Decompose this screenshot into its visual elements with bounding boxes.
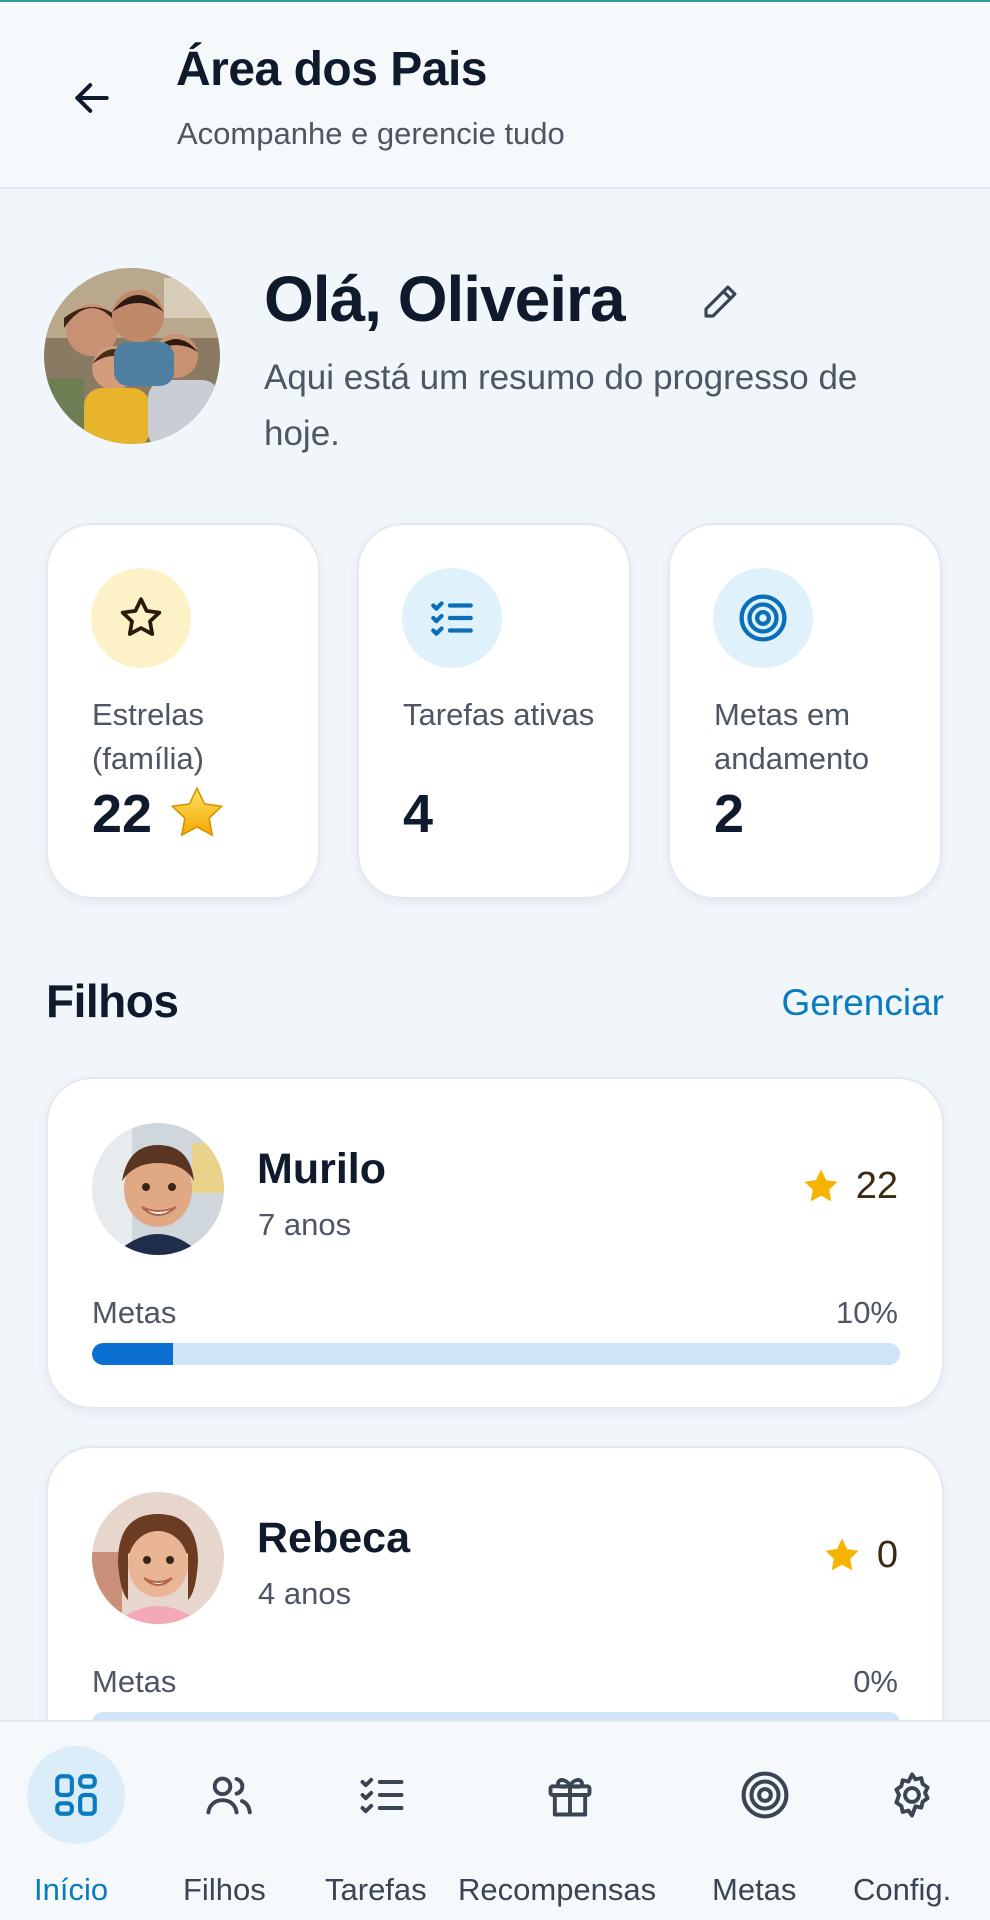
progress-bar — [92, 1343, 900, 1365]
greeting-title: Olá, Oliveira — [264, 263, 626, 335]
target-icon — [716, 1746, 814, 1844]
page-subtitle: Acompanhe e gerencie tudo — [177, 116, 565, 151]
nav-label: Config. — [853, 1872, 952, 1907]
stat-label: Metas em andamento — [714, 697, 870, 776]
nav-item-tarefas[interactable]: Tarefas — [325, 1722, 440, 1920]
nav-label: Filhos — [183, 1872, 266, 1907]
progress-percent: 0% — [853, 1664, 898, 1699]
stat-value: 22 — [92, 783, 228, 845]
stat-label: Tarefas ativas — [403, 697, 595, 732]
arrow-left-icon — [75, 83, 109, 113]
child-stars: 22 — [800, 1165, 898, 1208]
star-filled-icon — [804, 1169, 838, 1201]
child-stars-count: 0 — [876, 1534, 898, 1576]
gift-icon — [521, 1746, 619, 1844]
stat-card-goals: Metas em andamento 2 — [668, 523, 942, 899]
stat-label: Estrelas (família) — [92, 697, 204, 776]
family-avatar — [44, 268, 220, 444]
checklist-icon — [333, 1746, 431, 1844]
nav-label: Recompensas — [458, 1872, 657, 1907]
progress-fill — [92, 1343, 173, 1365]
greeting-subtitle: Aqui está um resumo do progresso de hoje… — [264, 358, 858, 453]
page-title: Área dos Pais — [176, 43, 487, 96]
progress-label: Metas — [92, 1664, 177, 1699]
star-filled-icon — [825, 1538, 859, 1570]
nav-item-config[interactable]: Config. — [853, 1722, 973, 1920]
grid-icon — [27, 1746, 125, 1844]
child-age: 7 anos — [258, 1207, 352, 1242]
stat-value-number: 2 — [714, 784, 745, 844]
users-icon — [180, 1746, 278, 1844]
back-button[interactable] — [62, 68, 122, 128]
child-age: 4 anos — [258, 1576, 352, 1611]
progress-label: Metas — [92, 1295, 177, 1330]
nav-item-metas[interactable]: Metas — [711, 1722, 821, 1920]
nav-item-filhos[interactable]: Filhos — [180, 1722, 280, 1920]
child-card-murilo[interactable]: Murilo 7 anos 22 Metas 10% — [46, 1077, 944, 1409]
child-name: Rebeca — [257, 1514, 410, 1562]
nav-item-recompensas[interactable]: Recompensas — [458, 1722, 683, 1920]
nav-label: Início — [34, 1872, 109, 1907]
pencil-icon — [704, 285, 737, 318]
stat-value-number: 22 — [92, 784, 153, 844]
target-icon — [713, 568, 813, 668]
section-title-children: Filhos — [46, 975, 179, 1027]
child-stars-count: 22 — [855, 1165, 898, 1207]
child-avatar — [92, 1492, 224, 1624]
stat-card-stars: Estrelas (família) 22 — [46, 523, 320, 899]
stat-card-tasks: Tarefas ativas 4 — [357, 523, 631, 899]
app-header: Área dos Pais Acompanhe e gerencie tudo — [0, 2, 990, 189]
nav-label: Metas — [712, 1872, 797, 1907]
star-outline-icon — [91, 568, 191, 668]
nav-label: Tarefas — [325, 1872, 427, 1907]
child-name: Murilo — [257, 1145, 386, 1193]
nav-item-inicio[interactable]: Início — [26, 1722, 126, 1920]
edit-name-button[interactable] — [690, 272, 750, 332]
stat-value: 4 — [403, 783, 433, 845]
star-filled-icon — [170, 786, 224, 837]
stat-value: 2 — [714, 783, 744, 845]
child-avatar — [92, 1123, 224, 1255]
progress-percent: 10% — [835, 1295, 898, 1330]
gear-icon — [863, 1746, 961, 1844]
bottom-navigation: Início Filhos Tarefas Recompensas Metas … — [0, 1720, 990, 1920]
child-stars: 0 — [821, 1534, 898, 1577]
manage-children-link[interactable]: Gerenciar — [782, 982, 944, 1024]
checklist-icon — [402, 568, 502, 668]
stat-value-number: 4 — [403, 784, 434, 844]
